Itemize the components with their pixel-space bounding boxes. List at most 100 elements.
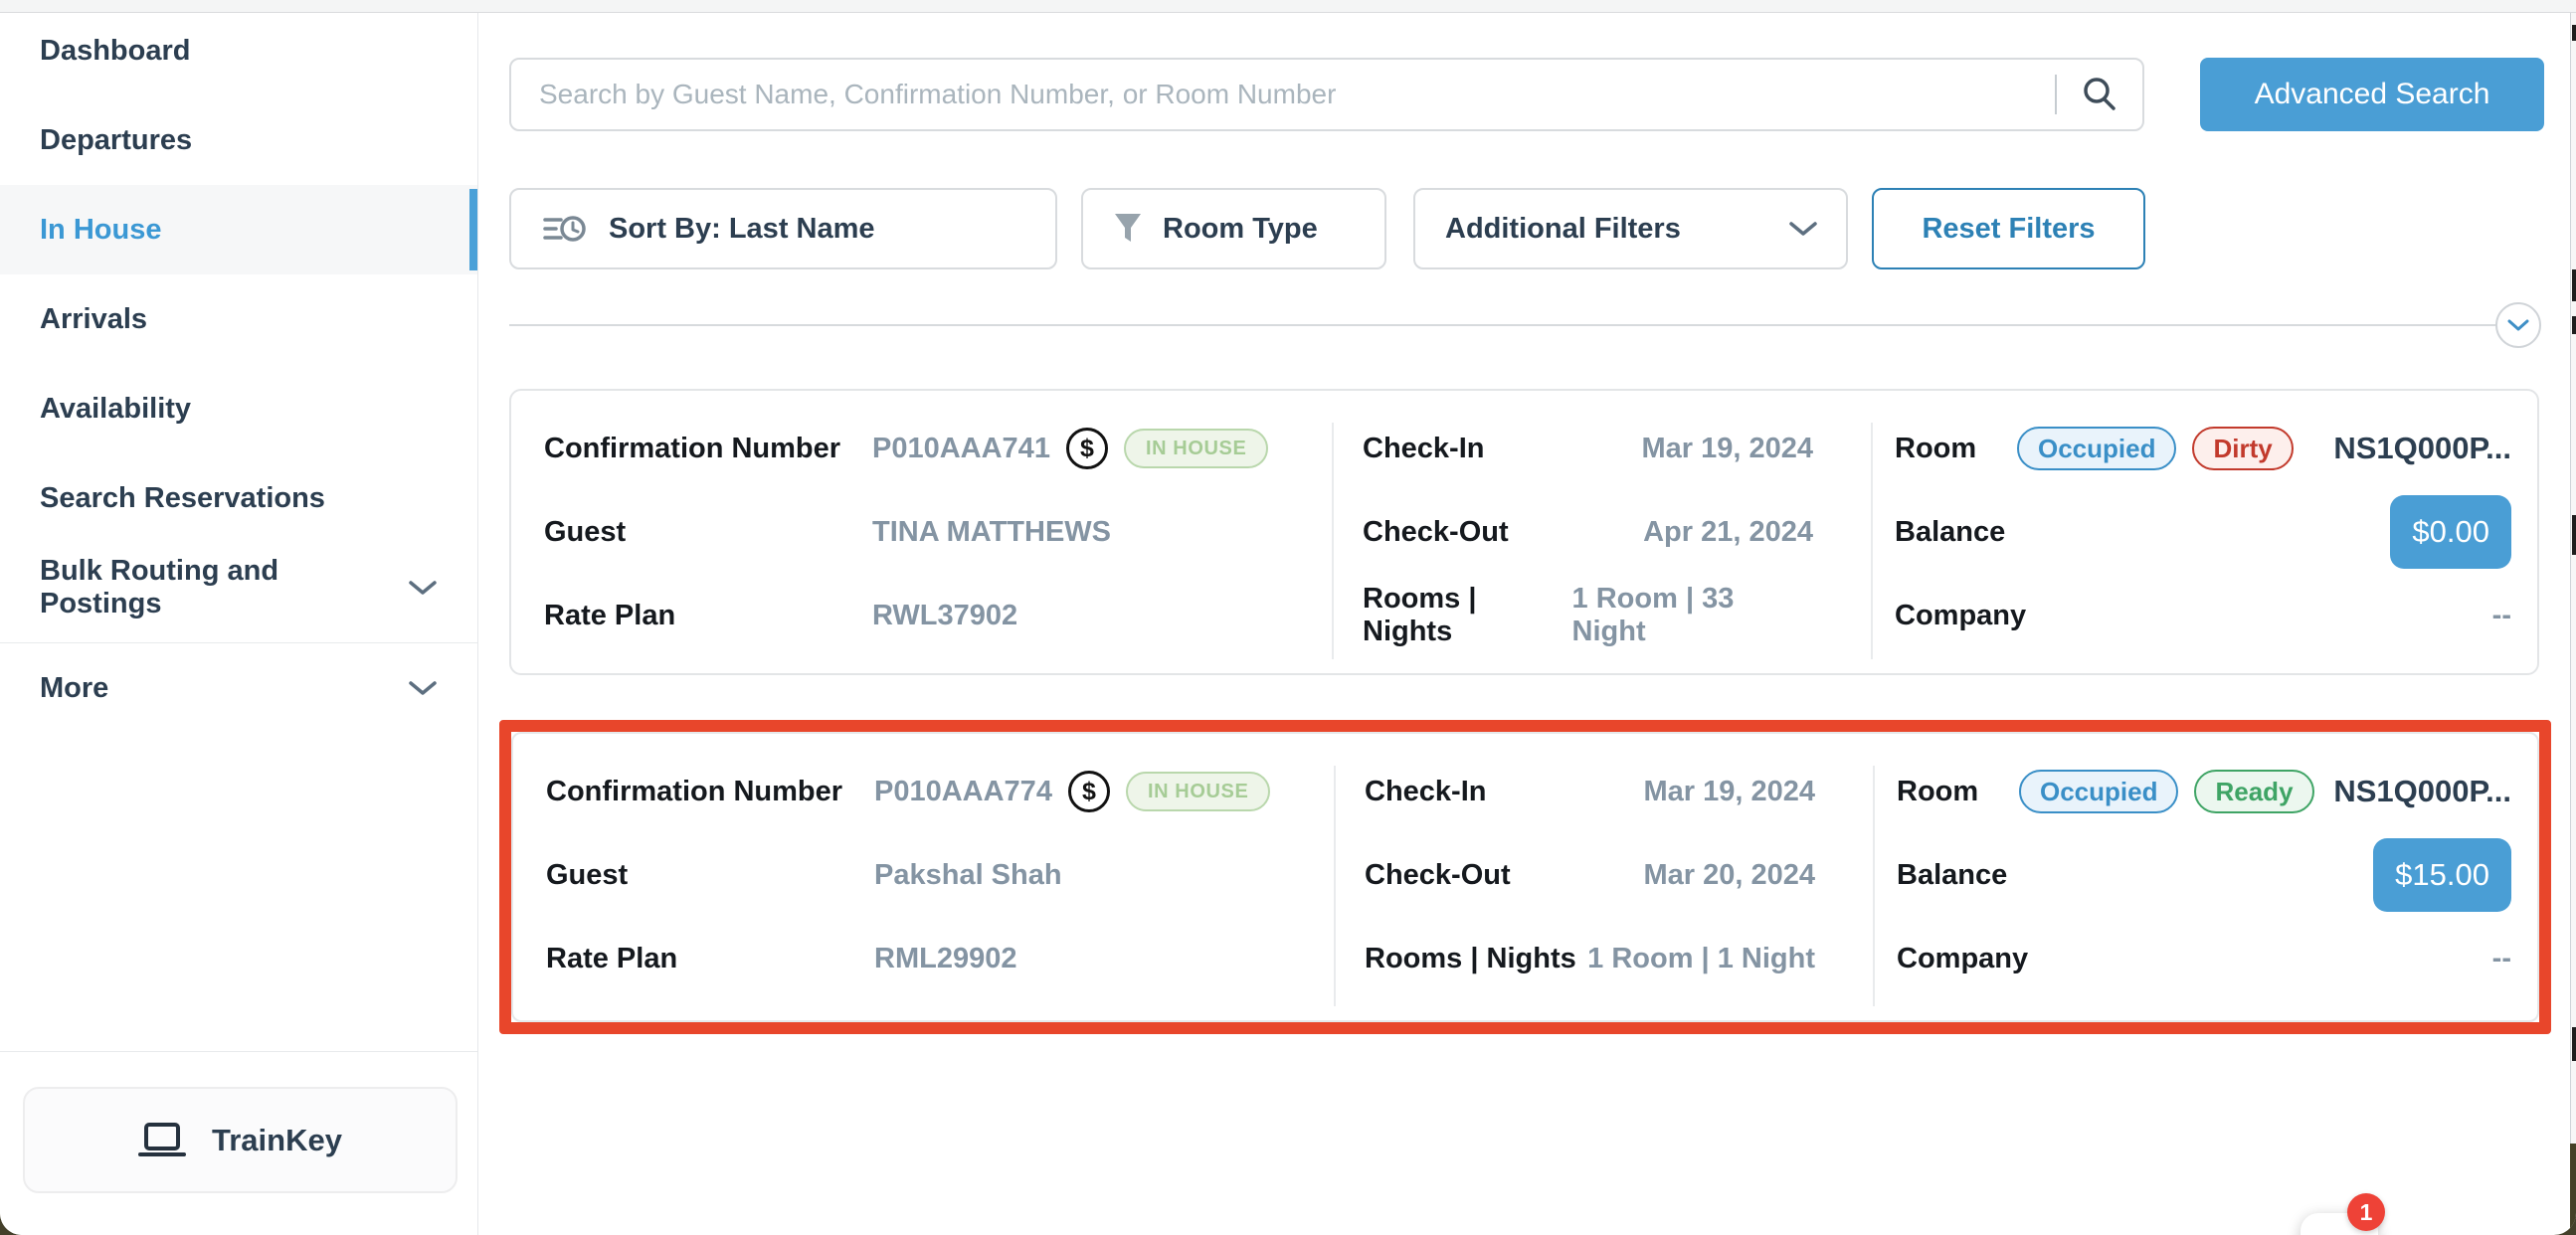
balance-button[interactable]: $0.00 <box>2390 495 2511 569</box>
notification-badge: 1 <box>2347 1193 2385 1231</box>
browser-edge <box>0 0 2576 13</box>
in-house-status-badge: IN HOUSE <box>1124 429 1268 468</box>
room-row: Room Occupied Dirty NS1Q000P... <box>1873 407 2537 490</box>
reset-filters-button[interactable]: Reset Filters <box>1872 188 2145 269</box>
chevron-down-icon <box>1788 220 1818 238</box>
sidebar-item-dashboard[interactable]: Dashboard <box>0 6 477 95</box>
sidebar-item-arrivals[interactable]: Arrivals <box>0 274 477 364</box>
check-out-value: Apr 21, 2024 <box>1643 516 1813 549</box>
list-divider <box>509 324 2505 326</box>
rate-plan-value: RML29902 <box>874 943 1016 975</box>
in-house-status-badge: IN HOUSE <box>1126 772 1270 811</box>
check-out-row: Check-Out Mar 20, 2024 <box>1334 833 1875 917</box>
balance-row: Balance $0.00 <box>1873 490 2537 574</box>
room-label: Room <box>1895 433 2017 465</box>
rate-plan-row: Rate Plan RWL37902 <box>511 574 1332 657</box>
sidebar-footer-divider <box>0 1051 477 1052</box>
check-out-row: Check-Out Apr 21, 2024 <box>1332 490 1873 574</box>
room-row: Room Occupied Ready NS1Q000P... <box>1875 750 2537 833</box>
sidebar-item-label: Arrivals <box>40 303 147 336</box>
sort-by-label: Sort By: Last Name <box>609 213 875 246</box>
confirmation-value: P010AAA741 <box>872 433 1050 465</box>
rooms-nights-row: Rooms | Nights 1 Room | 1 Night <box>1334 917 1875 1000</box>
confirmation-label: Confirmation Number <box>546 776 874 808</box>
company-label: Company <box>1897 943 2019 975</box>
dollar-circle-icon[interactable]: $ <box>1068 771 1110 812</box>
balance-row: Balance $15.00 <box>1875 833 2537 917</box>
check-out-value: Mar 20, 2024 <box>1643 859 1815 892</box>
balance-button[interactable]: $15.00 <box>2373 838 2511 912</box>
sort-by-button[interactable]: Sort By: Last Name <box>509 188 1057 269</box>
trainkey-button[interactable]: TrainKey <box>23 1087 458 1193</box>
check-in-label: Check-In <box>1363 433 1484 465</box>
rate-plan-row: Rate Plan RML29902 <box>513 917 1334 1000</box>
background-window-fragment <box>2572 515 2576 555</box>
sidebar-nav: Dashboard Departures In House Arrivals A… <box>0 6 477 733</box>
rate-plan-value: RWL37902 <box>872 600 1017 632</box>
reservation-card[interactable]: Confirmation Number P010AAA774 $ IN HOUS… <box>511 732 2539 1022</box>
sidebar-item-availability[interactable]: Availability <box>0 364 477 453</box>
check-out-label: Check-Out <box>1363 516 1509 549</box>
rooms-nights-label: Rooms | Nights <box>1365 943 1576 975</box>
company-label: Company <box>1895 600 2017 632</box>
column-divider <box>1873 766 1875 1006</box>
search-icon <box>2080 75 2119 114</box>
trainkey-label: TrainKey <box>212 1123 342 1158</box>
column-divider <box>1334 766 1336 1006</box>
column-divider <box>1871 423 1873 659</box>
check-in-row: Check-In Mar 19, 2024 <box>1332 407 1873 490</box>
check-out-label: Check-Out <box>1365 859 1511 892</box>
balance-label: Balance <box>1897 859 2019 892</box>
confirmation-row: Confirmation Number P010AAA741 $ IN HOUS… <box>511 407 1332 490</box>
occupied-status-pill: Occupied <box>2017 427 2176 470</box>
guest-row: Guest TINA MATTHEWS <box>511 490 1332 574</box>
check-in-row: Check-In Mar 19, 2024 <box>1334 750 1875 833</box>
rooms-nights-row: Rooms | Nights 1 Room | 33 Night <box>1332 574 1873 657</box>
main-content: Advanced Search Sort By: Last Name Room … <box>478 13 2576 1235</box>
confirmation-value: P010AAA774 <box>874 776 1052 808</box>
sidebar-item-more[interactable]: More <box>0 643 477 733</box>
sidebar-item-search-reservations[interactable]: Search Reservations <box>0 453 477 543</box>
room-type-filter-button[interactable]: Room Type <box>1081 188 1386 269</box>
search-input[interactable] <box>511 60 2055 129</box>
sidebar-item-departures[interactable]: Departures <box>0 95 477 185</box>
confirmation-row: Confirmation Number P010AAA774 $ IN HOUS… <box>513 750 1334 833</box>
additional-filters-button[interactable]: Additional Filters <box>1413 188 1848 269</box>
chat-widget[interactable]: 1 <box>2300 1193 2420 1235</box>
sidebar-item-label: Bulk Routing and Postings <box>40 555 408 620</box>
sidebar-item-label: Search Reservations <box>40 482 325 515</box>
laptop-icon <box>138 1121 186 1160</box>
desktop-background-edge <box>2570 1144 2576 1235</box>
chevron-down-icon <box>2507 318 2529 332</box>
confirmation-label: Confirmation Number <box>544 433 872 465</box>
room-label: Room <box>1897 776 2019 808</box>
room-number-value: NS1Q000P... <box>2333 431 2511 466</box>
check-in-value: Mar 19, 2024 <box>1643 776 1815 808</box>
room-number-value: NS1Q000P... <box>2333 774 2511 809</box>
collapse-list-button[interactable] <box>2495 302 2541 348</box>
search-button[interactable] <box>2057 60 2142 129</box>
sidebar-item-label: Dashboard <box>40 35 190 68</box>
highlight-ring: Confirmation Number P010AAA774 $ IN HOUS… <box>499 720 2551 1034</box>
chevron-down-icon <box>408 579 438 597</box>
rooms-nights-value: 1 Room | 1 Night <box>1587 943 1815 975</box>
sidebar-item-bulk-routing[interactable]: Bulk Routing and Postings <box>0 543 477 632</box>
sidebar: Dashboard Departures In House Arrivals A… <box>0 13 478 1235</box>
company-row: Company -- <box>1873 574 2537 657</box>
chevron-down-icon <box>408 679 438 697</box>
reservation-card[interactable]: Confirmation Number P010AAA741 $ IN HOUS… <box>509 389 2539 675</box>
sidebar-item-in-house[interactable]: In House <box>0 185 477 274</box>
occupied-status-pill: Occupied <box>2019 770 2178 813</box>
advanced-search-button[interactable]: Advanced Search <box>2200 58 2544 131</box>
room-type-label: Room Type <box>1163 213 1318 246</box>
rooms-nights-value: 1 Room | 33 Night <box>1572 583 1813 648</box>
guest-row: Guest Pakshal Shah <box>513 833 1334 917</box>
sidebar-item-label: In House <box>40 214 161 247</box>
guest-value: Pakshal Shah <box>874 859 1062 892</box>
company-value: -- <box>2492 600 2511 632</box>
dollar-circle-icon[interactable]: $ <box>1066 428 1108 469</box>
background-window-fragment <box>2572 1027 2576 1061</box>
rooms-nights-label: Rooms | Nights <box>1363 583 1572 648</box>
funnel-icon <box>1113 212 1143 246</box>
guest-value: TINA MATTHEWS <box>872 516 1111 549</box>
